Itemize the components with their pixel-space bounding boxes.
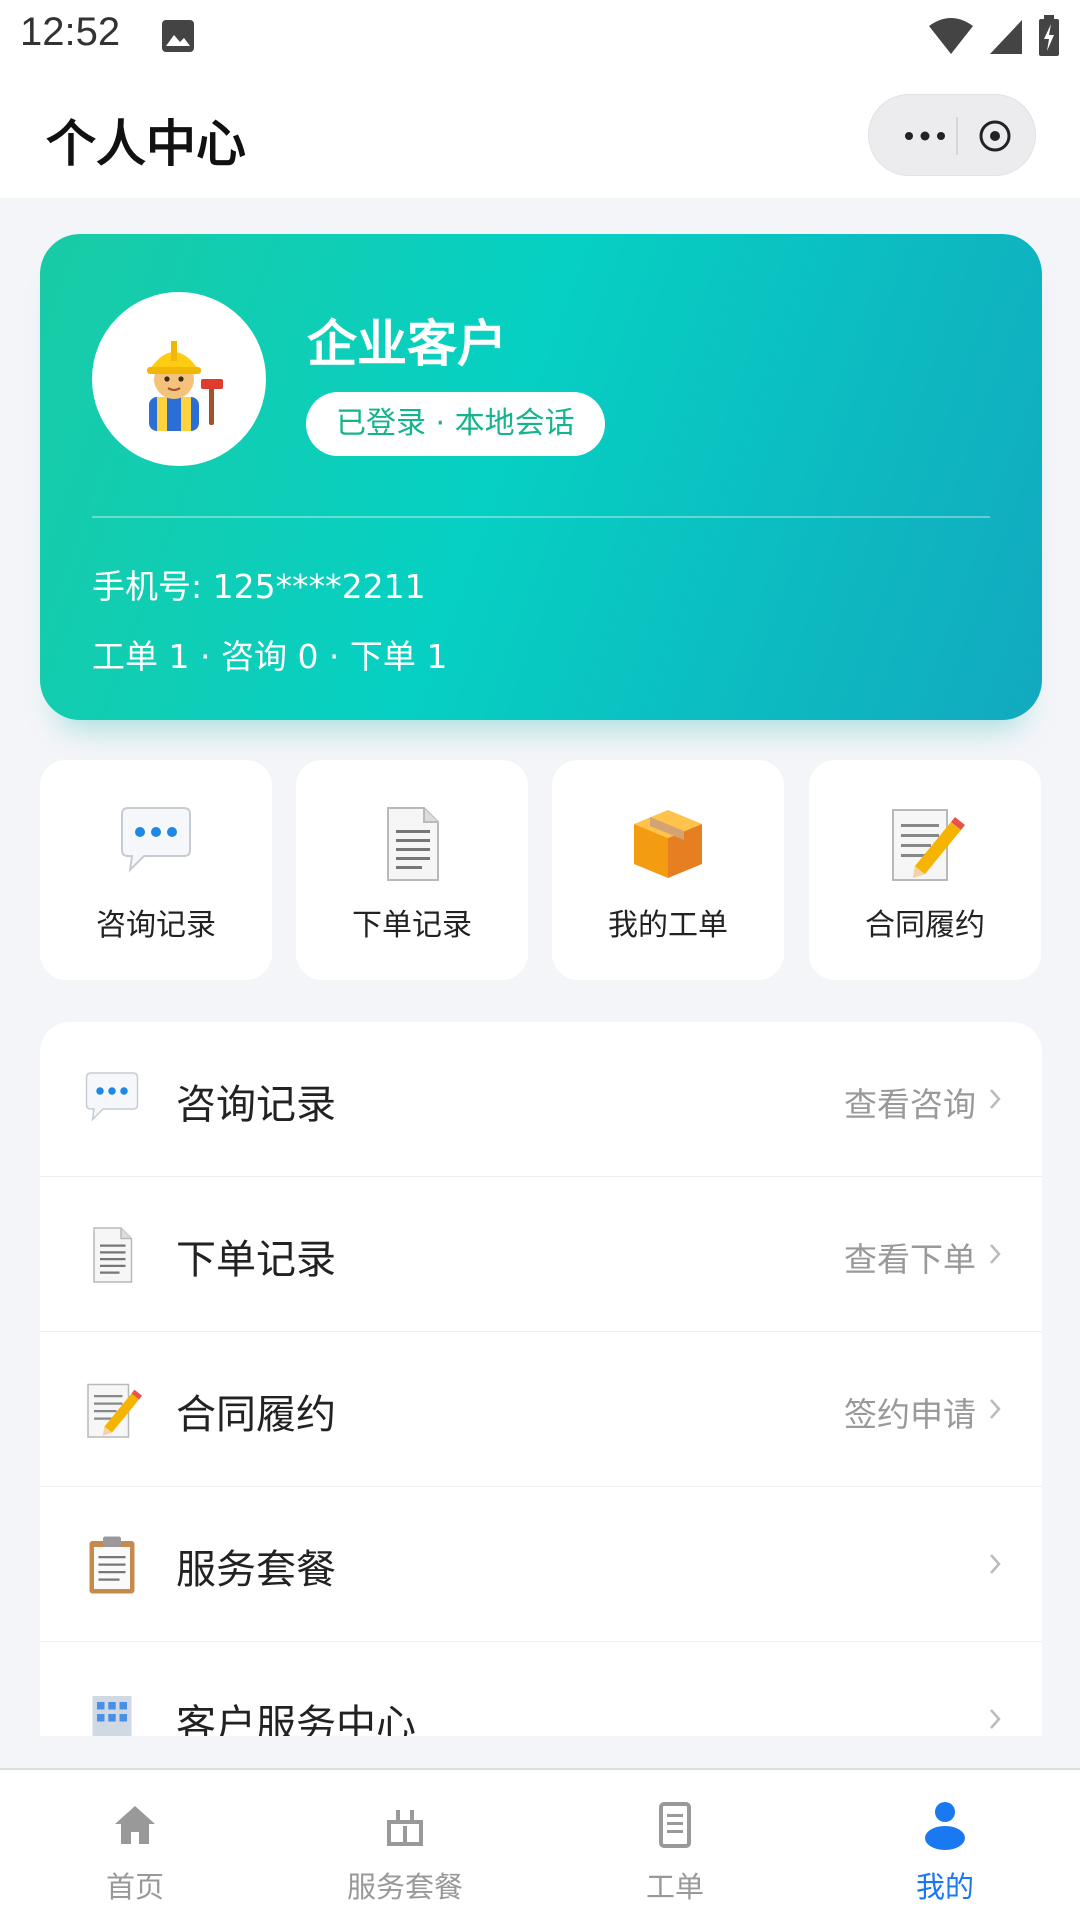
menu-item-consult-records[interactable]: 咨询记录 查看咨询	[40, 1022, 1042, 1177]
menu-item-label: 合同履约	[176, 1392, 336, 1438]
document-icon	[387, 807, 439, 881]
menu-item-hint: 签约申请	[844, 1395, 976, 1434]
chevron-right-icon	[990, 1554, 1001, 1574]
page-title: 个人中心	[46, 115, 246, 173]
clipboard-icon	[89, 1536, 135, 1594]
package-icon	[634, 810, 702, 878]
tab-mine[interactable]: 我的	[810, 1770, 1080, 1920]
status-bar: 12:52	[0, 0, 1080, 76]
chevron-right-icon	[990, 1709, 1001, 1729]
user-stats: 工单 1 · 咨询 0 · 下单 1	[92, 637, 448, 676]
menu-item-order-records[interactable]: 下单记录 查看下单	[40, 1177, 1042, 1332]
menu-item-label: 下单记录	[176, 1237, 336, 1283]
tab-tickets[interactable]: 工单	[540, 1770, 810, 1920]
quick-action-contract[interactable]: 合同履约	[809, 760, 1041, 980]
construction-worker-icon	[147, 341, 223, 431]
cellular-signal-icon	[990, 20, 1022, 54]
package-tab-icon	[387, 1810, 423, 1846]
mini-program-capsule	[868, 94, 1036, 176]
quick-action-label: 我的工单	[608, 908, 728, 943]
memo-pencil-icon	[87, 1383, 142, 1438]
status-time: 12:52	[20, 10, 121, 54]
tab-home[interactable]: 首页	[0, 1770, 270, 1920]
quick-action-consult-records[interactable]: 咨询记录	[40, 760, 272, 980]
quick-action-label: 咨询记录	[96, 908, 216, 943]
office-building-icon	[92, 1696, 132, 1736]
phone-number: 手机号: 125****2211	[92, 567, 426, 606]
quick-action-label: 下单记录	[352, 908, 472, 943]
tab-label: 服务套餐	[346, 1870, 463, 1904]
home-icon	[115, 1806, 155, 1844]
menu-item-label: 咨询记录	[176, 1082, 336, 1128]
image-notification-icon	[162, 20, 194, 52]
ticket-icon	[659, 1802, 691, 1848]
card-divider	[92, 516, 990, 518]
capsule-divider	[956, 117, 958, 155]
menu-item-contract[interactable]: 合同履约 签约申请	[40, 1332, 1042, 1487]
menu-item-customer-service[interactable]: 客户服务中心	[40, 1642, 1042, 1736]
menu-list: 咨询记录 查看咨询 下单记录 查看下单 合同履约 签约申请 服务套餐 客户服务中…	[40, 1022, 1042, 1736]
menu-item-hint: 查看咨询	[844, 1085, 976, 1124]
profile-card: 企业客户 已登录 · 本地会话 手机号: 125****2211 工单 1 · …	[40, 234, 1042, 720]
user-name: 企业客户	[307, 315, 507, 373]
quick-action-my-tickets[interactable]: 我的工单	[552, 760, 784, 980]
wifi-icon	[929, 18, 973, 54]
tab-label: 我的	[915, 1870, 974, 1904]
chevron-right-icon	[990, 1399, 1001, 1419]
bottom-tab-bar: 首页 服务套餐 工单 我的	[0, 1768, 1080, 1920]
menu-item-service-packages[interactable]: 服务套餐	[40, 1487, 1042, 1642]
menu-item-label: 服务套餐	[176, 1547, 336, 1593]
speech-bubble-icon	[121, 807, 191, 873]
close-mini-program-icon[interactable]	[975, 116, 1015, 156]
tab-label: 工单	[645, 1870, 704, 1904]
tab-label: 首页	[105, 1870, 164, 1904]
quick-action-order-records[interactable]: 下单记录	[296, 760, 528, 980]
chevron-right-icon	[990, 1244, 1001, 1264]
menu-item-label: 客户服务中心	[176, 1702, 416, 1736]
quick-action-label: 合同履约	[865, 908, 985, 943]
person-icon	[925, 1802, 965, 1850]
battery-charging-icon	[1039, 15, 1059, 56]
chevron-right-icon	[990, 1089, 1001, 1109]
speech-bubble-icon	[85, 1072, 139, 1122]
memo-pencil-icon	[892, 809, 965, 881]
more-options-icon[interactable]	[895, 119, 955, 153]
document-icon	[93, 1227, 133, 1283]
tab-service-packages[interactable]: 服务套餐	[270, 1770, 540, 1920]
menu-item-hint: 查看下单	[844, 1240, 976, 1279]
login-status-badge: 已登录 · 本地会话	[306, 392, 605, 456]
app-header: 个人中心	[0, 76, 1080, 198]
avatar[interactable]	[92, 292, 266, 466]
